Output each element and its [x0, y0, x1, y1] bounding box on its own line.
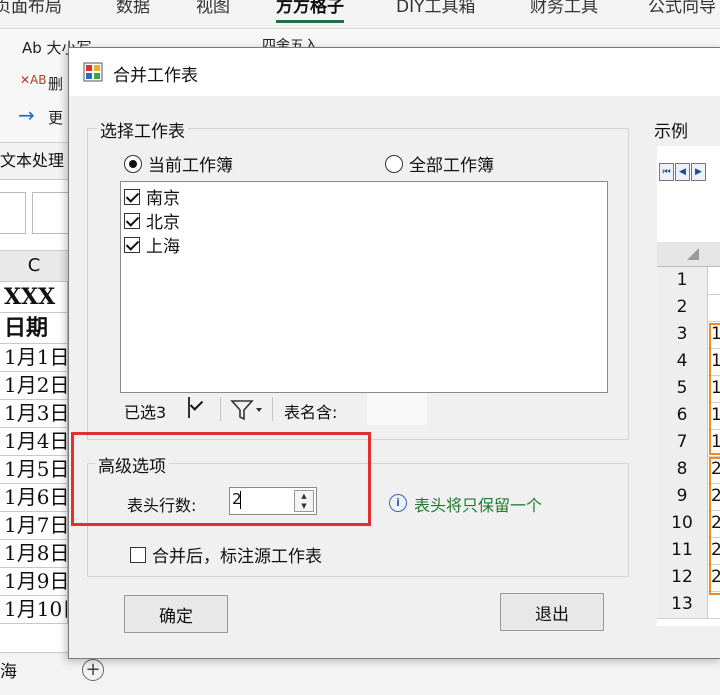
mark-source-checkbox-icon[interactable] [130, 546, 146, 563]
info-text: 表头将只保留一个 [414, 496, 543, 515]
checkbox-checked-icon[interactable] [124, 188, 140, 205]
text-caret [240, 491, 241, 509]
preview-row: 1 [657, 267, 720, 295]
checkbox-checked-icon[interactable] [124, 236, 140, 253]
radio-selected-icon [124, 154, 142, 173]
preview-label: 示例 [654, 122, 688, 142]
arrow-right-icon: → [18, 103, 35, 127]
sheet-name: 南京 [146, 189, 180, 209]
table-row[interactable]: 1月6日 [0, 484, 68, 512]
filter-icon[interactable] [230, 399, 264, 421]
tab-diy-tools[interactable]: DIY工具箱 [396, 0, 476, 17]
tab-finance-tools[interactable]: 财务工具 [530, 0, 598, 17]
list-item[interactable]: 上海 [124, 232, 180, 257]
tab-page-layout[interactable]: 页面布局 [0, 0, 62, 17]
table-row[interactable]: 1月4日 [0, 428, 68, 456]
checkbox-checked-icon[interactable] [124, 212, 140, 229]
name-filter-label: 表名含: [284, 403, 338, 422]
exit-button[interactable]: 退出 [500, 593, 604, 631]
app-icon [83, 62, 103, 82]
radio-all-workbooks[interactable]: 全部工作簿 [385, 151, 494, 176]
preview-highlight-group-2 [709, 457, 720, 595]
delete-icon[interactable]: ✕AB [20, 73, 47, 87]
table-row[interactable]: 1月7日 [0, 512, 68, 540]
select-all-corner-icon [687, 248, 699, 260]
dialog-title: 合并工作表 [113, 66, 198, 86]
sheet-tab[interactable]: 海 [0, 657, 17, 682]
sheet-list[interactable]: 南京 北京 上海 [120, 181, 608, 393]
select-sheets-label: 选择工作表 [97, 117, 188, 142]
radio-current-label: 当前工作簿 [148, 156, 233, 176]
ribbon-tab-bar: 页面布局 数据 视图 方方格子 DIY工具箱 财务工具 公式向导 [0, 0, 720, 29]
ok-button[interactable]: 确定 [124, 595, 228, 633]
header-rows-stepper[interactable]: 2 ▲ ▼ [229, 487, 317, 515]
header-rows-label: 表头行数: [127, 496, 197, 515]
column-header-c[interactable]: C [0, 251, 68, 282]
preview-highlight-group-1 [709, 323, 720, 455]
selected-count: 已选3 [124, 403, 167, 422]
list-item[interactable]: 南京 [124, 184, 180, 209]
tab-formula-wizard[interactable]: 公式向导 [648, 0, 716, 17]
spin-down-icon[interactable]: ▼ [295, 501, 313, 511]
table-row[interactable]: 1月3日 [0, 400, 68, 428]
preview-row: 2 [657, 294, 720, 322]
preview-row: 13 [657, 591, 720, 619]
table-row[interactable]: 1月2日 [0, 372, 68, 400]
spin-up-icon[interactable]: ▲ [295, 491, 313, 501]
more-button[interactable]: 更 [48, 107, 63, 128]
table-row[interactable]: 1月8日 [0, 540, 68, 568]
sheet-name: 北京 [146, 213, 180, 233]
name-box[interactable] [0, 192, 26, 234]
highlight-box [71, 432, 371, 526]
delete-button[interactable]: 删 [48, 73, 63, 94]
table-row[interactable]: 1月5日 [0, 456, 68, 484]
info-icon: i [389, 494, 407, 512]
radio-current-workbook[interactable]: 当前工作簿 [124, 151, 233, 176]
text-processing-label: 文本处理 [0, 143, 68, 180]
dialog-titlebar[interactable]: 合并工作表 [69, 48, 720, 96]
first-sheet-icon[interactable]: ⏮ [659, 163, 674, 181]
merge-sheets-dialog: 合并工作表 选择工作表 当前工作簿 全部工作簿 南京 北京 上海 已选3 表名含… [68, 47, 720, 659]
list-toolbar: 已选3 表名含: [120, 393, 430, 425]
radio-all-label: 全部工作簿 [409, 156, 494, 176]
preview-header [657, 242, 720, 267]
select-all-checkbox-icon[interactable] [188, 397, 190, 418]
sheet-name: 上海 [146, 237, 180, 257]
mark-source-option[interactable]: 合并后，标注源工作表 [130, 542, 322, 567]
tab-data[interactable]: 数据 [116, 0, 150, 17]
prev-sheet-icon[interactable]: ◀ [675, 163, 690, 181]
title-cell[interactable]: XXX [0, 282, 68, 313]
name-filter-input[interactable] [367, 393, 427, 425]
tab-view[interactable]: 视图 [196, 0, 230, 17]
formula-area [0, 180, 74, 251]
add-sheet-icon[interactable]: + [82, 659, 104, 681]
date-header-cell[interactable]: 日期 [0, 313, 68, 344]
radio-unselected-icon [385, 154, 403, 173]
sheet-cells: XXX 日期 1月1日 1月2日 1月3日 1月4日 1月5日 1月6日 1月7… [0, 282, 68, 624]
table-row[interactable]: 1月1日 [0, 344, 68, 372]
table-row[interactable]: 1月10日 [0, 596, 68, 624]
list-item[interactable]: 北京 [124, 208, 180, 233]
tab-fangfang[interactable]: 方方格子 [276, 0, 344, 23]
preview-nav: ⏮ ◀ ▶ [657, 163, 720, 183]
spin-buttons[interactable]: ▲ ▼ [294, 490, 314, 512]
table-row[interactable]: 1月9日 [0, 568, 68, 596]
mark-source-label: 合并后，标注源工作表 [152, 547, 322, 567]
next-sheet-icon[interactable]: ▶ [691, 163, 706, 181]
